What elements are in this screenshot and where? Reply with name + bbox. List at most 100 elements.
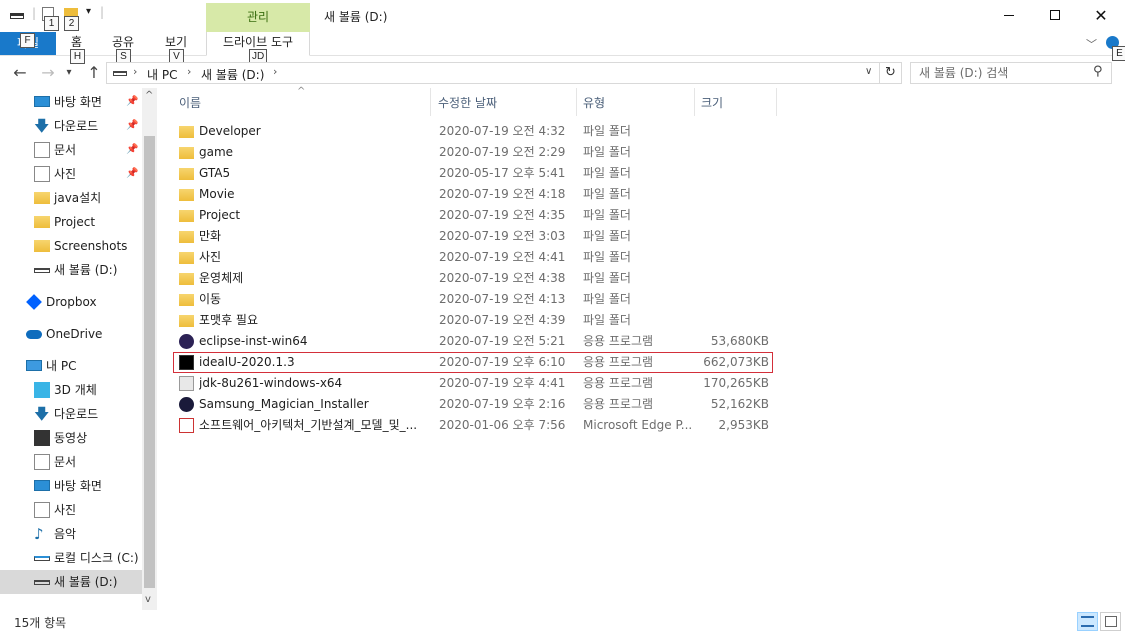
file-row[interactable]: idealU-2020.1.3 2020-07-19 오후 6:10 응용 프로그램… bbox=[173, 352, 773, 373]
search-input[interactable] bbox=[919, 65, 1089, 81]
expand-ribbon-chevron-icon[interactable]: ﹀ bbox=[1086, 36, 1097, 52]
file-name: Project bbox=[199, 208, 241, 222]
sidebar-item[interactable]: 🡇 다운로드 bbox=[0, 402, 142, 426]
folder-icon bbox=[179, 294, 194, 306]
file-date: 2020-07-19 오후 4:41 bbox=[439, 376, 566, 390]
desktop-icon bbox=[34, 96, 50, 107]
file-row[interactable]: game 2020-07-19 오전 2:29 파일 폴더 bbox=[173, 142, 773, 163]
sidebar-item[interactable]: 사진 📌 bbox=[0, 162, 142, 186]
file-type: 응용 프로그램 bbox=[583, 397, 654, 411]
file-date: 2020-07-19 오후 6:10 bbox=[439, 355, 566, 369]
sidebar-item-label: 동영상 bbox=[54, 431, 88, 445]
column-header-type[interactable]: 유형 bbox=[577, 88, 695, 116]
sidebar-item[interactable]: 사진 bbox=[0, 498, 142, 522]
close-button[interactable]: ✕ bbox=[1078, 0, 1124, 30]
drive-qa-icon[interactable] bbox=[10, 13, 24, 19]
customize-qa-chevron-icon[interactable]: ▾ bbox=[86, 6, 91, 17]
sidebar-item[interactable]: 3D 개체 bbox=[0, 378, 142, 402]
address-history-chevron-icon[interactable]: ∨ bbox=[865, 66, 872, 77]
sidebar-item[interactable]: Screenshots bbox=[0, 234, 142, 258]
sidebar-item[interactable]: Project bbox=[0, 210, 142, 234]
scroll-up-icon[interactable]: ^ bbox=[145, 90, 153, 101]
sidebar-item-label: 문서 bbox=[54, 455, 77, 469]
folder-icon bbox=[179, 273, 194, 285]
sidebar-item[interactable]: 문서 📌 bbox=[0, 138, 142, 162]
scrollbar-thumb[interactable] bbox=[144, 136, 155, 588]
file-type: 응용 프로그램 bbox=[583, 376, 654, 390]
sidebar-item[interactable]: 새 볼륨 (D:) bbox=[0, 258, 142, 282]
column-header-size[interactable]: 크기 bbox=[695, 88, 777, 116]
forward-button[interactable]: → bbox=[38, 63, 58, 83]
search-icon[interactable]: ⚲ bbox=[1093, 64, 1103, 79]
folder-icon bbox=[179, 252, 194, 264]
refresh-icon: ↻ bbox=[885, 65, 896, 80]
sidebar-item[interactable]: java설치 bbox=[0, 186, 142, 210]
up-button[interactable]: ↑ bbox=[84, 63, 104, 83]
drive-icon bbox=[113, 71, 127, 76]
file-row[interactable]: 운영체제 2020-07-19 오전 4:38 파일 폴더 bbox=[173, 268, 773, 289]
file-row[interactable]: 만화 2020-07-19 오전 3:03 파일 폴더 bbox=[173, 226, 773, 247]
file-name: jdk-8u261-windows-x64 bbox=[199, 376, 343, 390]
file-row[interactable]: GTA5 2020-05-17 오후 5:41 파일 폴더 bbox=[173, 163, 773, 184]
sidebar-item-label: java설치 bbox=[54, 191, 102, 205]
breadcrumb-drive-d[interactable]: 새 볼륨 (D:) bbox=[201, 66, 264, 83]
address-bar[interactable]: › 내 PC › 새 볼륨 (D:) › ∨ bbox=[106, 62, 880, 84]
file-name: eclipse-inst-win64 bbox=[199, 334, 308, 348]
sidebar-item[interactable]: 문서 bbox=[0, 450, 142, 474]
file-row[interactable]: eclipse-inst-win64 2020-07-19 오전 5:21 응용 프… bbox=[173, 331, 773, 352]
sidebar-item[interactable]: 바탕 화면 bbox=[0, 474, 142, 498]
refresh-button[interactable]: ↻ bbox=[880, 62, 902, 84]
file-row[interactable]: 소프트웨어_아키텍처_기반설계_모델_및_... 2020-01-06 오후 7:… bbox=[173, 415, 773, 436]
file-size: 662,073KB bbox=[703, 355, 769, 369]
file-row[interactable]: Samsung_Magician_Installer 2020-07-19 오후 … bbox=[173, 394, 773, 415]
recent-locations-button[interactable]: ▾ bbox=[62, 63, 76, 83]
pin-icon: 📌 bbox=[126, 96, 139, 107]
large-icons-view-button[interactable] bbox=[1100, 612, 1121, 631]
title-bar: | 1 2 ▾ | 관리 새 볼륨 (D:) ✕ bbox=[0, 0, 1125, 32]
file-row[interactable]: Project 2020-07-19 오전 4:35 파일 폴더 bbox=[173, 205, 773, 226]
sidebar-item[interactable]: 로컬 디스크 (C:) bbox=[0, 546, 142, 570]
sidebar-item[interactable]: 동영상 bbox=[0, 426, 142, 450]
file-date: 2020-01-06 오후 7:56 bbox=[439, 418, 566, 432]
file-row[interactable]: 사진 2020-07-19 오전 4:41 파일 폴더 bbox=[173, 247, 773, 268]
breadcrumb-separator-icon[interactable]: › bbox=[273, 65, 277, 78]
sidebar-item[interactable]: Dropbox bbox=[0, 290, 142, 314]
search-box[interactable]: ⚲ bbox=[910, 62, 1112, 84]
scroll-down-icon[interactable]: v bbox=[145, 594, 151, 605]
address-row: ← → ▾ ↑ › 내 PC › 새 볼륨 (D:) › ∨ ↻ ⚲ bbox=[0, 59, 1125, 87]
file-row[interactable]: 이동 2020-07-19 오전 4:13 파일 폴더 bbox=[173, 289, 773, 310]
back-button[interactable]: ← bbox=[10, 63, 30, 83]
file-row[interactable]: Movie 2020-07-19 오전 4:18 파일 폴더 bbox=[173, 184, 773, 205]
sidebar-scrollbar[interactable]: ^ v bbox=[142, 88, 157, 610]
folder-icon bbox=[179, 231, 194, 243]
file-row[interactable]: Developer 2020-07-19 오전 4:32 파일 폴더 bbox=[173, 121, 773, 142]
sidebar-item[interactable]: 바탕 화면 📌 bbox=[0, 90, 142, 114]
video-icon bbox=[34, 430, 50, 446]
minimize-button[interactable] bbox=[986, 0, 1032, 30]
column-header-date[interactable]: 수정한 날짜 bbox=[432, 88, 577, 116]
column-header-name[interactable]: 이름 bbox=[173, 88, 431, 116]
details-view-button[interactable] bbox=[1077, 612, 1098, 631]
sidebar-item-label: Dropbox bbox=[46, 295, 97, 309]
sidebar-item[interactable]: 새 볼륨 (D:) bbox=[0, 570, 142, 594]
sidebar-item-label: 바탕 화면 bbox=[54, 479, 102, 493]
java-installer-icon bbox=[179, 376, 194, 391]
file-row[interactable]: jdk-8u261-windows-x64 2020-07-19 오후 4:41 응… bbox=[173, 373, 773, 394]
tab-view-label: 보기 bbox=[165, 35, 188, 49]
file-date: 2020-07-19 오전 4:35 bbox=[439, 208, 566, 222]
sidebar-item[interactable]: OneDrive bbox=[0, 322, 142, 346]
sidebar-item[interactable]: 내 PC bbox=[0, 354, 142, 378]
maximize-button[interactable] bbox=[1032, 0, 1078, 30]
file-row[interactable]: 포맷후 필요 2020-07-19 오전 4:39 파일 폴더 bbox=[173, 310, 773, 331]
sidebar-item-label: 사진 bbox=[54, 167, 77, 181]
breadcrumb-separator-icon[interactable]: › bbox=[133, 65, 137, 78]
sidebar-item[interactable]: 🡇 다운로드 📌 bbox=[0, 114, 142, 138]
folder-icon bbox=[179, 147, 194, 159]
file-date: 2020-07-19 오전 4:13 bbox=[439, 292, 566, 306]
drive-icon bbox=[34, 268, 50, 273]
breadcrumb-separator-icon[interactable]: › bbox=[187, 65, 191, 78]
item-count: 15개 항목 bbox=[14, 616, 67, 630]
breadcrumb-this-pc[interactable]: 내 PC bbox=[147, 66, 177, 83]
pictures-icon bbox=[34, 166, 50, 182]
sidebar-item[interactable]: ♪ 음악 bbox=[0, 522, 142, 546]
